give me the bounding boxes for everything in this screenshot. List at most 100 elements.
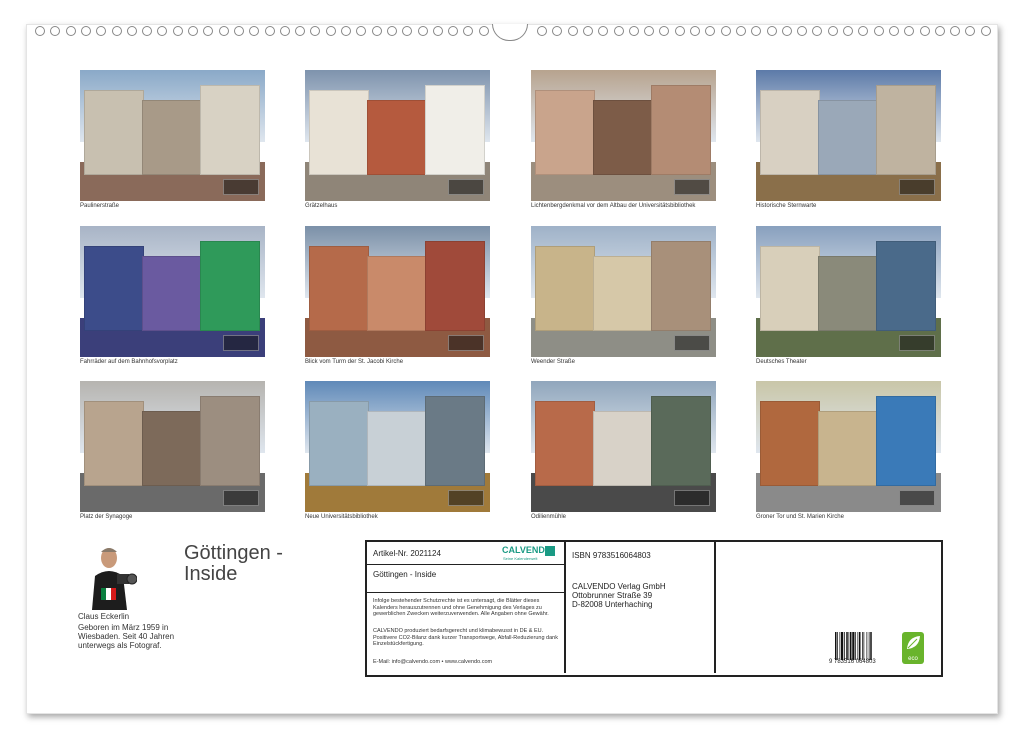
binding-ring (157, 26, 168, 36)
binding-ring (965, 26, 976, 36)
photo-caption: Groner Tor und St. Marien Kirche (756, 514, 844, 520)
month-photo (531, 226, 716, 357)
photo-building (593, 100, 653, 175)
binding-ring (402, 26, 413, 36)
photo-building (651, 396, 711, 486)
binding-ring (720, 26, 731, 36)
photo-building (651, 241, 711, 331)
photo-building (651, 85, 711, 175)
photo-building (200, 85, 260, 175)
photo-building (367, 100, 427, 175)
binding-ring (188, 26, 198, 36)
photo-building (309, 401, 369, 486)
month-photo (531, 70, 716, 201)
binding-ring (751, 26, 762, 36)
calvendo-logo-mark (545, 546, 555, 556)
photo-building (535, 246, 595, 331)
binding-ring (858, 26, 869, 36)
binding-ring (980, 26, 991, 36)
photo-building (142, 256, 202, 331)
binding-ring (552, 26, 563, 36)
production-notice: CALVENDO produziert bedarfsgerecht und k… (373, 628, 558, 647)
month-photo (305, 226, 490, 357)
binding-ring (356, 26, 367, 36)
binding-ring (371, 26, 382, 36)
binding-ring (111, 26, 122, 36)
author-name: Claus Eckerlin (78, 612, 130, 621)
mini-calendar-oktober (448, 490, 484, 506)
photo-caption: Platz der Synagoge (80, 514, 133, 520)
month-photo (80, 70, 265, 201)
mini-calendar-februar (448, 179, 484, 195)
binding-ring (888, 26, 899, 36)
binding-ring (659, 26, 670, 36)
info-hline-2 (367, 592, 564, 593)
publisher-city: D-82008 Unterhaching (572, 600, 653, 609)
month-photo (80, 226, 265, 357)
binding-ring (478, 26, 489, 36)
month-photo (756, 226, 941, 357)
barcode-bar (859, 632, 861, 660)
photo-building (760, 246, 820, 331)
publisher-name: CALVENDO Verlag GmbH (572, 582, 666, 591)
binding-ring (279, 26, 290, 36)
photo-building (84, 246, 144, 331)
binding-ring (934, 26, 945, 36)
eco-label: eco (908, 656, 918, 662)
photo-caption: Deutsches Theater (756, 359, 807, 365)
barcode-bar (862, 632, 863, 660)
photo-building (818, 100, 878, 175)
binding-ring (233, 26, 244, 36)
spiral-binding (30, 26, 991, 40)
barcode-bar (863, 632, 865, 660)
legal-notice: Infolge bestehender Schutzrechte ist es … (373, 598, 549, 617)
binding-ring (50, 26, 61, 36)
photo-building (593, 411, 653, 486)
contact-info: E-Mail: info@calvendo.com • www.calvendo… (373, 659, 493, 665)
binding-ring (919, 26, 930, 36)
barcode-bar (848, 632, 850, 660)
month-photo (756, 70, 941, 201)
binding-ring (537, 26, 547, 36)
info-divider-2 (714, 540, 716, 673)
binding-ring (218, 26, 229, 36)
binding-ring (126, 26, 137, 36)
author-bio: Geboren im März 1959 in Wiesbaden. Seit … (78, 623, 175, 650)
binding-ring (386, 26, 397, 36)
article-number: Artikel-Nr. 2021124 (373, 549, 441, 558)
photo-caption: Blick vom Turm der St. Jacobi Kirche (305, 359, 404, 365)
binding-ring (463, 26, 474, 36)
photo-building (760, 401, 820, 486)
binding-ring (295, 26, 306, 36)
photo-building (309, 246, 369, 331)
photo-building (760, 90, 820, 175)
photo-caption: Neue Universitätsbibliothek (305, 514, 378, 520)
photo-building (593, 256, 653, 331)
binding-ring (80, 26, 91, 36)
photo-caption: Grätzelhaus (305, 203, 338, 209)
photo-building (425, 396, 485, 486)
barcode-bar (857, 632, 859, 660)
photo-building (84, 90, 144, 175)
photo-building (367, 411, 427, 486)
photo-building (818, 411, 878, 486)
photo-building (142, 100, 202, 175)
binding-ring (341, 26, 351, 36)
binding-ring (432, 26, 443, 36)
info-hline-1 (367, 564, 564, 565)
photo-building (818, 256, 878, 331)
binding-ring (325, 26, 336, 36)
binding-ring (264, 26, 275, 36)
binding-ring (96, 26, 107, 36)
month-photo (756, 381, 941, 512)
month-photo (531, 381, 716, 512)
binding-ring (417, 26, 428, 36)
barcode-bar (837, 632, 838, 660)
photo-building (367, 256, 427, 331)
barcode-bar (841, 632, 844, 660)
photo-building (84, 401, 144, 486)
binding-ring (766, 26, 777, 36)
mini-calendar-september (223, 490, 259, 506)
mini-calendar-april (899, 179, 935, 195)
eco-badge: eco (902, 632, 924, 664)
